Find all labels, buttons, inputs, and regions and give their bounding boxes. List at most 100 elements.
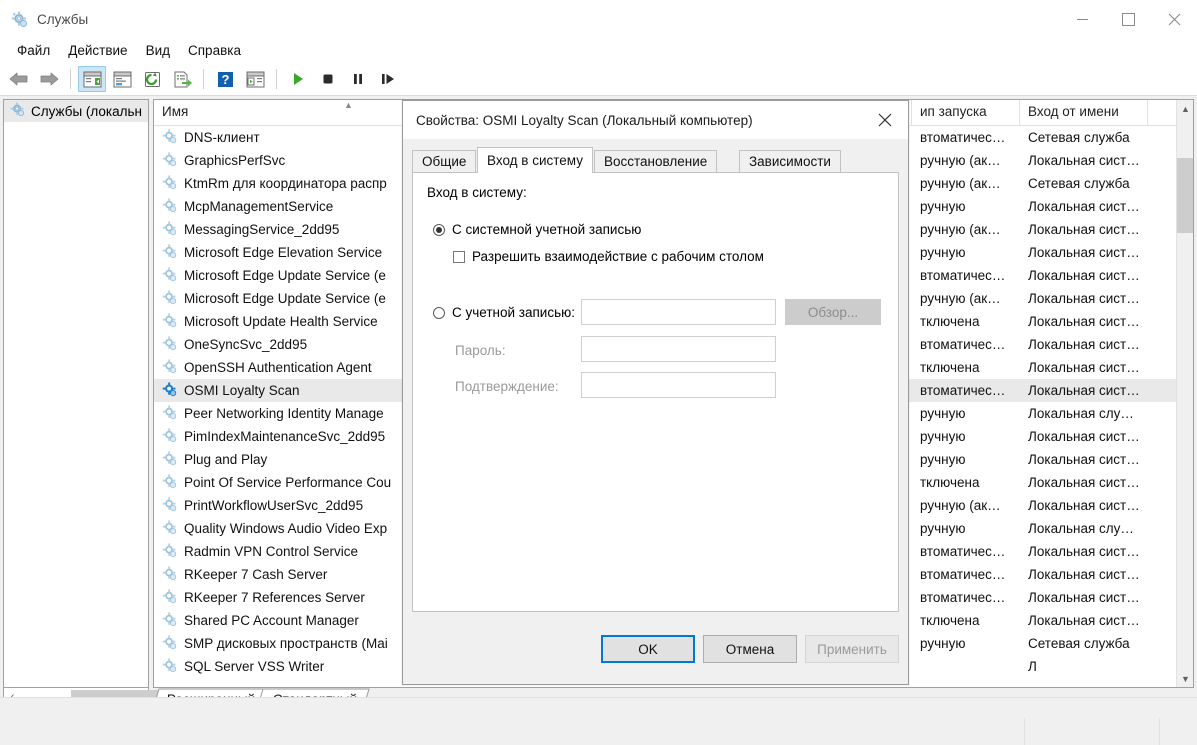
restart-service-icon[interactable] bbox=[374, 66, 402, 92]
service-name-label: Point Of Service Performance Cou bbox=[184, 475, 392, 490]
service-gear-icon bbox=[162, 266, 177, 285]
export-list-icon[interactable] bbox=[168, 66, 196, 92]
status-bar bbox=[0, 697, 1197, 745]
tab-dependencies[interactable]: Зависимости bbox=[739, 150, 841, 172]
cell-startup-type: втоматичес… bbox=[920, 544, 1006, 559]
console-tree-pane: Службы (локальн bbox=[3, 99, 149, 688]
show-action-pane-icon[interactable] bbox=[241, 66, 269, 92]
tab-logon[interactable]: Вход в систему bbox=[477, 147, 593, 173]
radio-local-system-account[interactable]: С системной учетной записью bbox=[433, 222, 641, 237]
browse-button[interactable]: Обзор... bbox=[785, 299, 881, 325]
help-icon[interactable]: ? bbox=[211, 66, 239, 92]
service-name-label: GraphicsPerfSvc bbox=[184, 153, 286, 168]
dialog-button-row: OK Отмена Применить bbox=[403, 616, 908, 684]
minimize-button[interactable] bbox=[1059, 0, 1105, 38]
cell-log-on-as: Локальная сист… bbox=[1028, 383, 1140, 398]
service-properties-dialog: Свойства: OSMI Loyalty Scan (Локальный к… bbox=[402, 100, 909, 685]
service-gear-icon bbox=[162, 657, 177, 676]
scroll-up-icon[interactable]: ▲ bbox=[1177, 100, 1193, 117]
status-segment-main bbox=[0, 718, 1024, 745]
radio-local-system-account-indicator[interactable] bbox=[433, 223, 445, 236]
column-header-log-on-as[interactable]: Вход от имени bbox=[1020, 100, 1148, 126]
cell-startup-type: ручную bbox=[920, 452, 966, 467]
cell-log-on-as: Локальная сист… bbox=[1028, 567, 1140, 582]
service-name-label: Shared PC Account Manager bbox=[184, 613, 359, 628]
window-controls bbox=[1059, 0, 1197, 38]
service-gear-icon bbox=[162, 220, 177, 239]
column-header-startup-type[interactable]: ип запуска bbox=[912, 100, 1020, 126]
tab-recovery[interactable]: Восстановление bbox=[594, 150, 718, 172]
service-name-label: SQL Server VSS Writer bbox=[184, 659, 325, 674]
menu-view[interactable]: Вид bbox=[137, 40, 179, 61]
password-input[interactable] bbox=[581, 336, 776, 362]
cell-log-on-as: Л bbox=[1028, 659, 1037, 674]
cell-startup-type: ручную (ак… bbox=[920, 222, 1001, 237]
service-gear-icon bbox=[162, 450, 177, 469]
account-name-input[interactable] bbox=[581, 299, 776, 325]
start-service-icon[interactable] bbox=[284, 66, 312, 92]
service-gear-icon bbox=[162, 542, 177, 561]
service-name-label: Microsoft Edge Elevation Service bbox=[184, 245, 383, 260]
dialog-close-button[interactable] bbox=[862, 101, 908, 139]
service-gear-icon bbox=[162, 496, 177, 515]
menu-file[interactable]: Файл bbox=[8, 40, 59, 61]
password-label: Пароль: bbox=[455, 343, 506, 358]
cancel-button[interactable]: Отмена bbox=[703, 635, 797, 663]
services-gear-icon bbox=[11, 11, 28, 28]
sort-ascending-icon: ▲ bbox=[344, 100, 353, 110]
ok-button[interactable]: OK bbox=[601, 635, 695, 663]
list-vertical-scrollbar[interactable]: ▲ ▼ bbox=[1176, 100, 1193, 687]
properties-icon[interactable] bbox=[108, 66, 136, 92]
status-segment-tertiary bbox=[1159, 718, 1197, 745]
stop-service-icon[interactable] bbox=[314, 66, 342, 92]
dialog-title: Свойства: OSMI Loyalty Scan (Локальный к… bbox=[416, 112, 753, 128]
tab-general[interactable]: Общие bbox=[412, 150, 477, 172]
close-button[interactable] bbox=[1151, 0, 1197, 38]
service-name-label: Radmin VPN Control Service bbox=[184, 544, 359, 559]
service-name-label: OSMI Loyalty Scan bbox=[184, 383, 300, 398]
checkbox-allow-desktop-interaction[interactable]: Разрешить взаимодействие с рабочим столо… bbox=[453, 249, 764, 264]
cell-log-on-as: Локальная сист… bbox=[1028, 590, 1140, 605]
cell-log-on-as: Локальная слу… bbox=[1028, 406, 1134, 421]
dialog-tabstrip: Общие Вход в систему Восстановление Зави… bbox=[412, 147, 908, 173]
service-gear-icon bbox=[162, 588, 177, 607]
cell-log-on-as: Сетевая служба bbox=[1028, 636, 1130, 651]
service-name-label: PimIndexMaintenanceSvc_2dd95 bbox=[184, 429, 386, 444]
cell-log-on-as: Локальная сист… bbox=[1028, 268, 1140, 283]
forward-arrow-icon[interactable] bbox=[35, 66, 63, 92]
back-arrow-icon[interactable] bbox=[5, 66, 33, 92]
toolbar-separator bbox=[276, 69, 277, 89]
service-name-label: Quality Windows Audio Video Exp bbox=[184, 521, 388, 536]
status-segment-secondary bbox=[1024, 718, 1159, 745]
cell-log-on-as: Локальная сист… bbox=[1028, 475, 1140, 490]
checkbox-allow-desktop-interaction-box[interactable] bbox=[453, 250, 465, 263]
menu-action[interactable]: Действие bbox=[59, 40, 136, 61]
vscroll-thumb[interactable] bbox=[1177, 158, 1193, 233]
services-gear-icon bbox=[10, 102, 25, 120]
radio-this-account-indicator[interactable] bbox=[433, 306, 445, 319]
sidebar-item-services-local[interactable]: Службы (локальн bbox=[4, 100, 148, 122]
pause-service-icon[interactable] bbox=[344, 66, 372, 92]
menu-help[interactable]: Справка bbox=[179, 40, 250, 61]
window-titlebar: Службы bbox=[0, 0, 1197, 38]
service-name-label: MessagingService_2dd95 bbox=[184, 222, 340, 237]
radio-this-account[interactable]: С учетной записью: bbox=[433, 305, 575, 320]
apply-button[interactable]: Применить bbox=[805, 635, 899, 663]
cell-startup-type: втоматичес… bbox=[920, 383, 1006, 398]
confirm-password-input[interactable] bbox=[581, 372, 776, 398]
cell-startup-type: втоматичес… bbox=[920, 268, 1006, 283]
cell-startup-type: ручную bbox=[920, 636, 966, 651]
scroll-down-icon[interactable]: ▼ bbox=[1177, 670, 1193, 687]
service-gear-icon bbox=[162, 381, 177, 400]
show-hide-console-tree-icon[interactable] bbox=[78, 66, 106, 92]
service-name-label: McpManagementService bbox=[184, 199, 334, 214]
maximize-button[interactable] bbox=[1105, 0, 1151, 38]
dialog-titlebar: Свойства: OSMI Loyalty Scan (Локальный к… bbox=[403, 101, 908, 139]
cell-startup-type: ручную bbox=[920, 406, 966, 421]
services-management-console: Службы Файл Действие Вид Справка ? Служб… bbox=[0, 0, 1197, 745]
cell-log-on-as: Сетевая служба bbox=[1028, 130, 1130, 145]
logon-section-label: Вход в систему: bbox=[427, 185, 527, 200]
logon-tab-page: Вход в систему: С системной учетной запи… bbox=[412, 172, 899, 612]
refresh-icon[interactable] bbox=[138, 66, 166, 92]
service-gear-icon bbox=[162, 358, 177, 377]
